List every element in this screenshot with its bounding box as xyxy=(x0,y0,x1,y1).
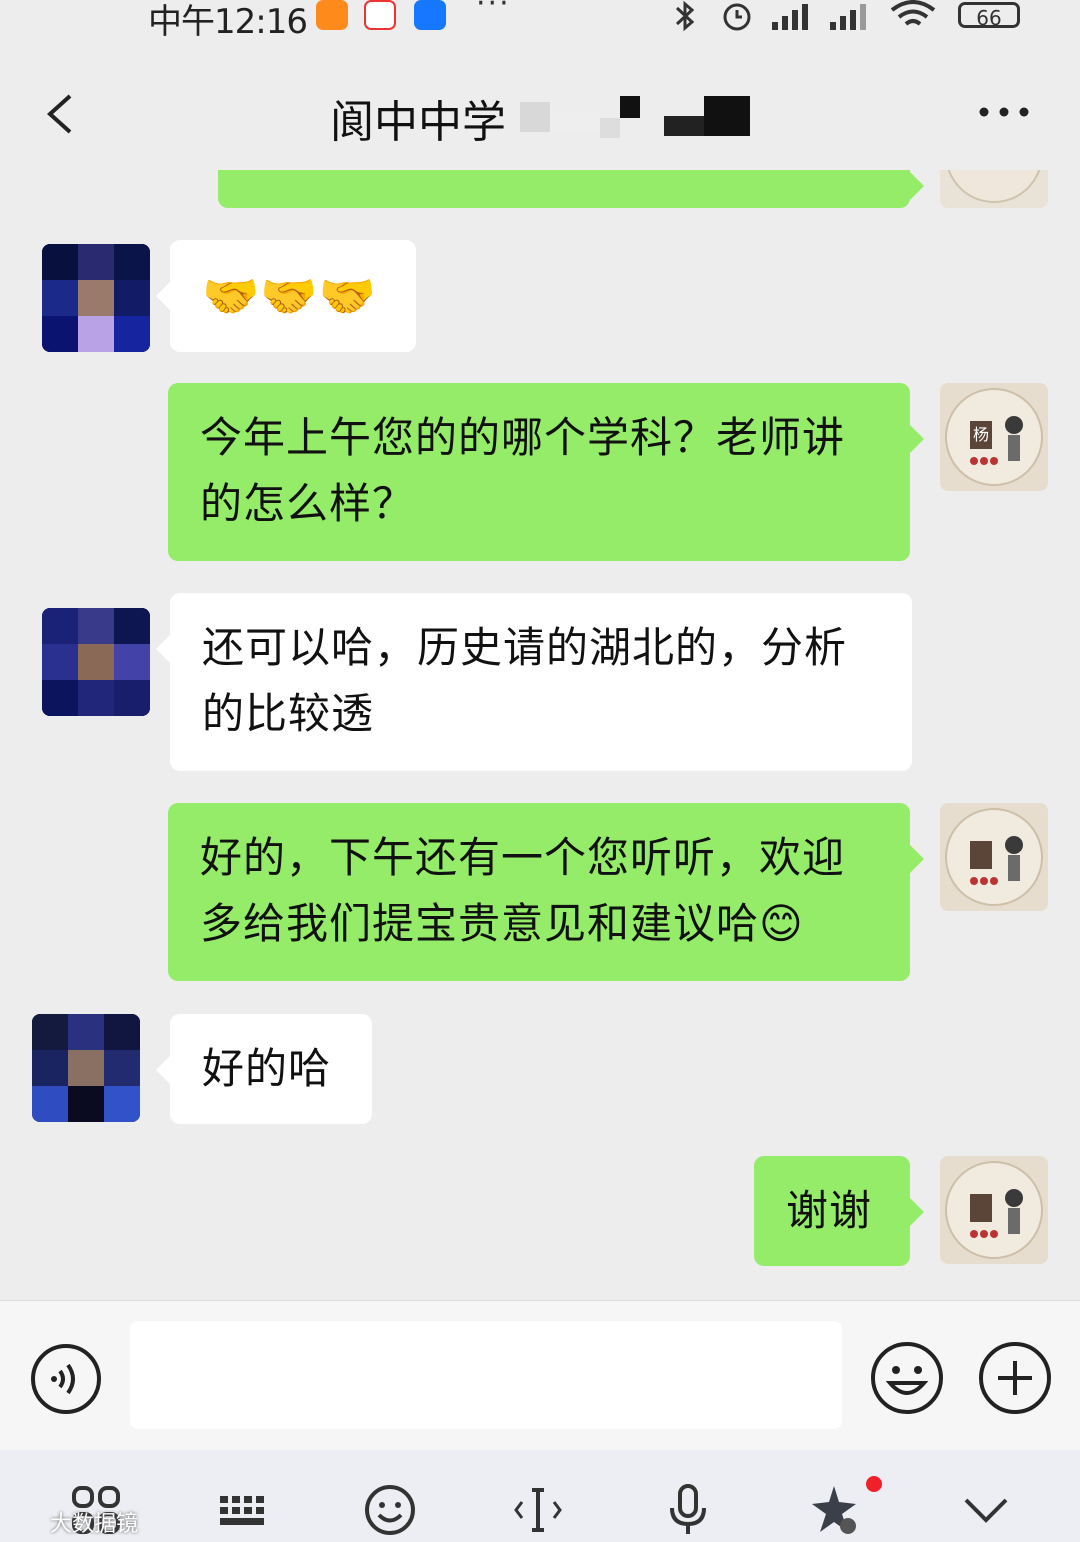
contact-avatar[interactable] xyxy=(32,1014,140,1122)
contact-avatar[interactable] xyxy=(42,244,150,352)
message-line: 还可以哈，历史请的湖北的，分析 xyxy=(202,623,848,672)
wifi-icon xyxy=(890,0,936,26)
message-text: 谢谢 xyxy=(786,1186,873,1235)
voice-icon[interactable] xyxy=(30,1343,102,1415)
chat-header: 阆中中学 xyxy=(0,60,1080,170)
avatar-char: 杨 xyxy=(973,425,990,444)
message-text: 好的哈 xyxy=(202,1044,332,1093)
status-bar: 中午12:16 ··· 66 xyxy=(0,0,1080,42)
redacted-mosaic xyxy=(520,96,750,138)
message-line: 多给我们提宝贵意见和建议哈😊 xyxy=(200,899,804,948)
message-bubble-incoming[interactable]: 还可以哈，历史请的湖北的，分析 的比较透 xyxy=(156,593,912,771)
my-avatar[interactable] xyxy=(940,1156,1048,1264)
message-text: 🤝🤝🤝 xyxy=(202,269,377,323)
status-time: 中午12:16 xyxy=(148,2,308,42)
jd-icon xyxy=(364,0,396,30)
message-line: 好的，下午还有一个您听听，欢迎 xyxy=(200,833,846,882)
message-list[interactable]: 🤝🤝🤝 今年上午您的的哪个学科？老师讲 的怎么样？ 杨 还可以哈，历史请的湖北的… xyxy=(0,170,1080,1300)
signal-icon-2 xyxy=(830,4,866,30)
more-dots-icon[interactable] xyxy=(978,104,1030,120)
my-avatar[interactable] xyxy=(940,170,1048,208)
chevron-left-icon[interactable] xyxy=(42,94,82,134)
notification-dot xyxy=(866,1476,882,1492)
message-bubble-outgoing[interactable]: 好的，下午还有一个您听听，欢迎 多给我们提宝贵意见和建议哈😊 xyxy=(168,803,924,981)
alipay-icon xyxy=(414,0,446,30)
message-line: 的怎么样？ xyxy=(200,479,416,528)
taobao-icon xyxy=(316,0,348,30)
plus-icon[interactable] xyxy=(978,1341,1052,1415)
contact-avatar[interactable] xyxy=(42,608,150,716)
message-bubble-incoming[interactable]: 好的哈 xyxy=(156,1014,372,1124)
message-bubble-outgoing[interactable]: 谢谢 xyxy=(754,1156,924,1266)
keyboard-toolbar xyxy=(0,1450,1080,1542)
message-bubble-partial[interactable] xyxy=(218,170,924,208)
ai-sparkle-icon[interactable] xyxy=(808,1484,860,1536)
status-more-dots: ··· xyxy=(476,0,511,21)
message-line: 今年上午您的的哪个学科？老师讲 xyxy=(200,413,846,462)
emoji-icon[interactable] xyxy=(870,1341,944,1415)
collapse-icon[interactable] xyxy=(960,1484,1012,1536)
signal-icon-1 xyxy=(772,4,808,30)
chat-title: 阆中中学 xyxy=(330,97,506,148)
message-line: 的比较透 xyxy=(202,689,375,738)
battery-indicator: 66 xyxy=(958,2,1020,30)
watermark: 大数据镜 xyxy=(50,1512,139,1537)
my-avatar[interactable]: 杨 xyxy=(940,383,1048,491)
my-avatar[interactable] xyxy=(940,803,1048,911)
emoji-smile-icon[interactable] xyxy=(364,1484,416,1536)
message-input[interactable] xyxy=(130,1321,842,1429)
chat-input-bar xyxy=(0,1300,1080,1451)
microphone-icon[interactable] xyxy=(662,1484,714,1536)
cursor-icon[interactable] xyxy=(512,1484,564,1536)
message-bubble-outgoing[interactable]: 今年上午您的的哪个学科？老师讲 的怎么样？ xyxy=(168,383,924,561)
alarm-icon xyxy=(723,3,751,31)
message-bubble-incoming[interactable]: 🤝🤝🤝 xyxy=(156,240,416,352)
bluetooth-icon xyxy=(675,0,695,32)
keyboard-icon[interactable] xyxy=(218,1484,270,1536)
